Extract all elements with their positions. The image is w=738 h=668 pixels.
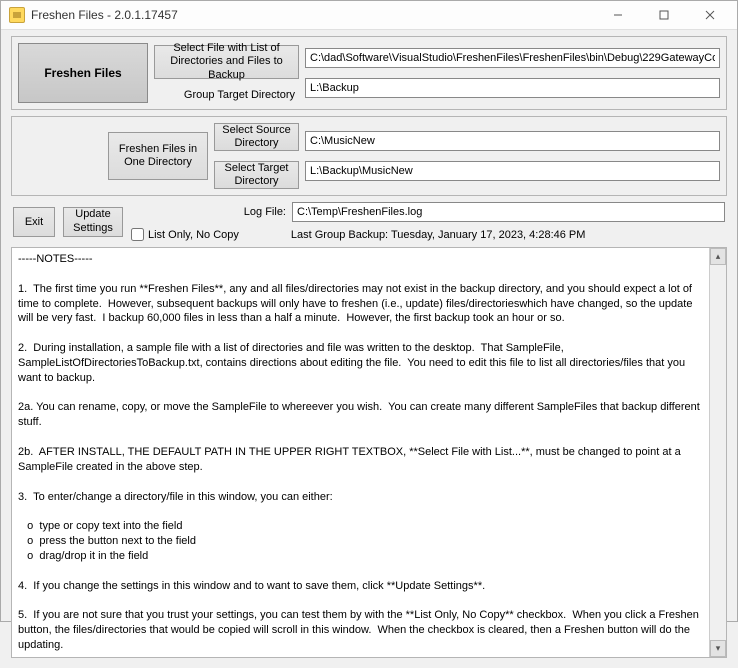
target-dir-input[interactable] [305,161,720,181]
controls-row: Exit Update Settings Log File: List Only… [11,202,727,241]
select-target-dir-button[interactable]: Select Target Directory [214,161,299,189]
titlebar: Freshen Files - 2.0.1.17457 [1,1,737,30]
log-file-input[interactable] [292,202,725,222]
window-buttons [595,1,733,29]
freshen-files-button[interactable]: Freshen Files [18,43,148,103]
freshen-one-dir-button[interactable]: Freshen Files in One Directory [108,132,208,180]
notes-panel: -----NOTES----- 1. The first time you ru… [11,247,727,658]
last-backup-status: Last Group Backup: Tuesday, January 17, … [291,229,586,241]
maximize-button[interactable] [641,1,687,29]
log-file-label: Log File: [131,206,286,218]
app-window: Freshen Files - 2.0.1.17457 Freshen File… [0,0,738,622]
notes-text[interactable]: -----NOTES----- 1. The first time you ru… [12,248,709,657]
app-icon [9,7,25,23]
group-backup-panel: Freshen Files Select File with List of D… [11,36,727,110]
update-settings-button[interactable]: Update Settings [63,207,123,237]
scroll-down-button[interactable]: ▾ [710,640,726,657]
window-title: Freshen Files - 2.0.1.17457 [31,8,595,22]
group-target-dir-input[interactable] [305,78,720,98]
list-only-checkbox-wrap[interactable]: List Only, No Copy [131,228,239,241]
file-list-path-input[interactable] [305,48,720,68]
group-target-label: Group Target Directory [154,89,299,101]
notes-scrollbar[interactable]: ▴ ▾ [709,248,726,657]
list-only-checkbox[interactable] [131,228,144,241]
scroll-up-button[interactable]: ▴ [710,248,726,265]
single-directory-panel: Freshen Files in One Directory Select So… [11,116,727,196]
list-only-label: List Only, No Copy [148,229,239,241]
exit-button[interactable]: Exit [13,207,55,237]
select-source-dir-button[interactable]: Select Source Directory [214,123,299,151]
source-dir-input[interactable] [305,131,720,151]
select-file-list-button[interactable]: Select File with List of Directories and… [154,45,299,79]
content-area: Freshen Files Select File with List of D… [1,30,737,668]
minimize-button[interactable] [595,1,641,29]
close-button[interactable] [687,1,733,29]
